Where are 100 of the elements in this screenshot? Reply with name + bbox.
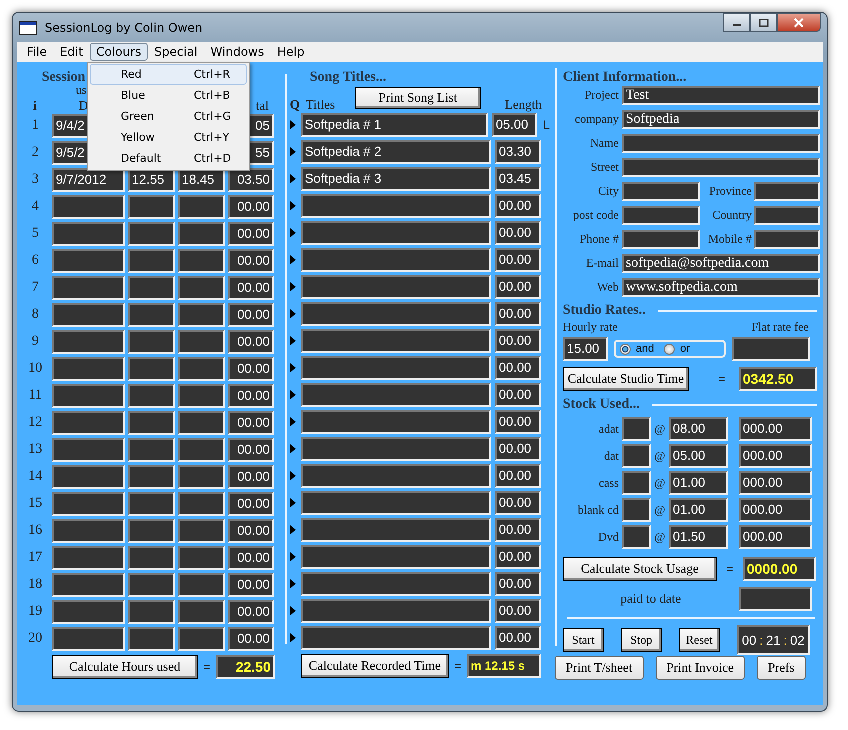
date-field[interactable]: [52, 600, 125, 624]
time-field[interactable]: [178, 546, 225, 570]
total-field[interactable]: 00.00: [228, 627, 274, 651]
time-field[interactable]: [128, 519, 175, 543]
menu-item[interactable]: Edit: [54, 43, 90, 61]
time-field[interactable]: [178, 384, 225, 408]
time-field[interactable]: [128, 222, 175, 246]
time-field[interactable]: [178, 627, 225, 651]
text-field[interactable]: [754, 206, 820, 225]
total-field[interactable]: 00.00: [228, 276, 274, 300]
date-field[interactable]: [52, 438, 125, 462]
time-field[interactable]: [178, 519, 225, 543]
date-field[interactable]: [52, 222, 125, 246]
time-field[interactable]: [178, 249, 225, 273]
time-field[interactable]: [178, 573, 225, 597]
time-field[interactable]: [178, 411, 225, 435]
date-field[interactable]: [52, 627, 125, 651]
time-field[interactable]: [128, 573, 175, 597]
calculate-hours-button[interactable]: Calculate Hours used: [52, 655, 198, 679]
date-field[interactable]: [52, 357, 125, 381]
timer-button[interactable]: Reset: [679, 628, 720, 652]
time-field[interactable]: [128, 465, 175, 489]
time-field[interactable]: [128, 546, 175, 570]
menu-item[interactable]: Special: [148, 43, 204, 61]
length-field[interactable]: 03.45: [495, 167, 541, 191]
text-field[interactable]: Test: [622, 86, 820, 105]
date-field[interactable]: [52, 546, 125, 570]
length-field[interactable]: 00.00: [495, 221, 541, 245]
date-field[interactable]: [52, 195, 125, 219]
text-field[interactable]: [622, 134, 820, 153]
total-field[interactable]: 00.00: [228, 519, 274, 543]
time-field[interactable]: [128, 276, 175, 300]
length-field[interactable]: 05.00: [492, 113, 538, 137]
length-field[interactable]: 00.00: [495, 302, 541, 326]
time-field[interactable]: [178, 600, 225, 624]
length-field[interactable]: 00.00: [495, 464, 541, 488]
song-title-field[interactable]: [301, 329, 491, 353]
time-field[interactable]: [128, 249, 175, 273]
price-field[interactable]: 08.00: [669, 417, 728, 441]
length-field[interactable]: 00.00: [495, 518, 541, 542]
song-title-field[interactable]: [301, 437, 491, 461]
calculate-studio-time-button[interactable]: Calculate Studio Time: [563, 367, 689, 391]
date-field[interactable]: [52, 384, 125, 408]
calculate-stock-usage-button[interactable]: Calculate Stock Usage: [563, 557, 717, 581]
calculate-recorded-time-button[interactable]: Calculate Recorded Time: [301, 654, 449, 678]
price-field[interactable]: 01.50: [669, 525, 728, 549]
time-field[interactable]: [128, 384, 175, 408]
time-field[interactable]: [128, 492, 175, 516]
song-title-field[interactable]: Softpedia # 2: [301, 140, 491, 164]
time-field[interactable]: [178, 276, 225, 300]
menu-item[interactable]: Red Ctrl+R: [90, 64, 247, 85]
length-field[interactable]: 00.00: [495, 626, 541, 650]
length-field[interactable]: 00.00: [495, 248, 541, 272]
print-button[interactable]: Print T/sheet: [555, 656, 644, 680]
song-title-field[interactable]: [301, 626, 491, 650]
date-field[interactable]: [52, 465, 125, 489]
time-field[interactable]: [178, 465, 225, 489]
quantity-field[interactable]: [622, 525, 651, 549]
date-field[interactable]: [52, 330, 125, 354]
minimize-button[interactable]: [723, 13, 750, 32]
length-field[interactable]: 00.00: [495, 329, 541, 353]
paid-to-date-field[interactable]: [739, 587, 812, 611]
print-button[interactable]: Prefs: [757, 656, 806, 680]
song-title-field[interactable]: [301, 302, 491, 326]
time-field[interactable]: [128, 438, 175, 462]
menu-item[interactable]: Windows: [204, 43, 270, 61]
close-button[interactable]: [777, 13, 821, 32]
total-field[interactable]: 00.00: [228, 330, 274, 354]
song-title-field[interactable]: [301, 383, 491, 407]
total-field[interactable]: 00.00: [228, 600, 274, 624]
time-field[interactable]: [128, 627, 175, 651]
total-field[interactable]: 03.50: [228, 168, 274, 192]
length-field[interactable]: 00.00: [495, 437, 541, 461]
song-title-field[interactable]: [301, 275, 491, 299]
print-song-list-button[interactable]: Print Song List: [355, 87, 482, 109]
text-field[interactable]: [754, 182, 820, 201]
time-field[interactable]: [178, 492, 225, 516]
date-field[interactable]: [52, 249, 125, 273]
date-field[interactable]: 9/7/2012: [52, 168, 125, 192]
date-field[interactable]: [52, 276, 125, 300]
text-field[interactable]: Softpedia: [622, 110, 820, 129]
time-field[interactable]: [178, 303, 225, 327]
time-field[interactable]: [178, 438, 225, 462]
total-field[interactable]: 00.00: [228, 411, 274, 435]
total-field[interactable]: 00.00: [228, 384, 274, 408]
print-button[interactable]: Print Invoice: [656, 656, 746, 680]
quantity-field[interactable]: [622, 417, 651, 441]
time-field[interactable]: [128, 600, 175, 624]
song-title-field[interactable]: [301, 221, 491, 245]
song-title-field[interactable]: Softpedia # 3: [301, 167, 491, 191]
menu-item[interactable]: Blue Ctrl+B: [90, 85, 247, 106]
time-field[interactable]: [128, 357, 175, 381]
length-field[interactable]: 00.00: [495, 491, 541, 515]
flat-rate-field[interactable]: [732, 337, 810, 361]
date-field[interactable]: [52, 411, 125, 435]
time-field[interactable]: [128, 411, 175, 435]
time-field[interactable]: [178, 195, 225, 219]
hourly-rate-field[interactable]: 15.00: [563, 337, 608, 361]
length-field[interactable]: 00.00: [495, 383, 541, 407]
length-field[interactable]: 00.00: [495, 572, 541, 596]
